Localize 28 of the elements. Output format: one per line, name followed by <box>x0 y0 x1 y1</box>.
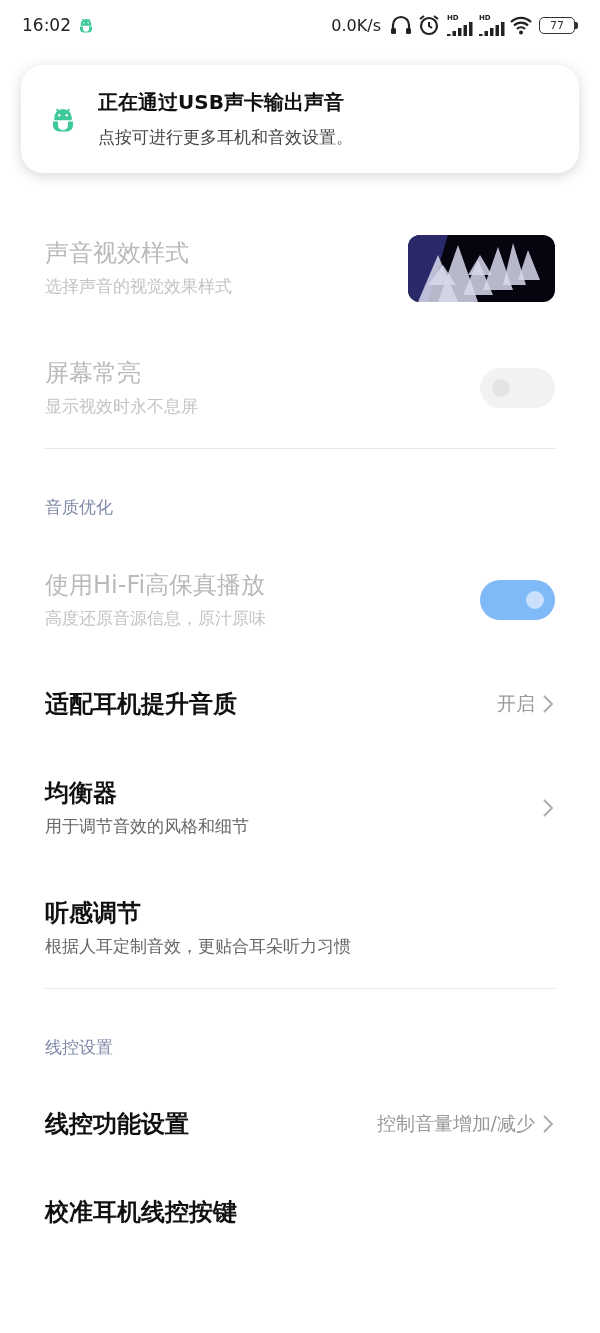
notification-title: 正在通过USB声卡输出声音 <box>98 89 345 116</box>
alarm-clock-icon <box>417 13 441 37</box>
section-header: 线控设置 <box>45 1037 113 1057</box>
network-speed: 0.0K/s <box>331 15 381 35</box>
headphones-icon <box>389 13 413 37</box>
setting-value: 控制音量增加/减少 <box>376 1111 535 1136</box>
notification-card[interactable]: 正在通过USB声卡输出声音 点按可进行更多耳机和音效设置。 <box>21 65 579 173</box>
notification-text: 点按可进行更多耳机和音效设置。 <box>98 126 353 149</box>
chevron-right-icon <box>541 693 555 715</box>
setting-title[interactable]: 均衡器 <box>45 776 541 810</box>
section-header: 音质优化 <box>45 497 113 517</box>
signal-icon <box>479 22 505 36</box>
setting-description: 选择声音的视觉效果样式 <box>45 275 233 298</box>
setting-description: 显示视效时永不息屏 <box>45 395 199 418</box>
clock: 16:02 <box>22 15 71 35</box>
chevron-right-icon <box>541 1113 555 1135</box>
setting-title[interactable]: 校准耳机线控按键 <box>45 1195 555 1229</box>
android-icon <box>77 16 95 34</box>
setting-title[interactable]: 听感调节 <box>45 896 555 930</box>
setting-description: 高度还原音源信息，原汁原味 <box>45 607 267 630</box>
setting-description: 根据人耳定制音效，更贴合耳朵听力习惯 <box>45 935 352 958</box>
chevron-right-icon <box>541 797 555 819</box>
battery-indicator: 77 <box>539 16 575 34</box>
setting-value: 开启 <box>497 691 535 716</box>
setting-description: 用于调节音效的风格和细节 <box>45 815 250 838</box>
setting-title[interactable]: 适配耳机提升音质 <box>45 687 497 721</box>
signal-icon <box>447 22 473 36</box>
setting-title[interactable]: 线控功能设置 <box>45 1107 377 1141</box>
